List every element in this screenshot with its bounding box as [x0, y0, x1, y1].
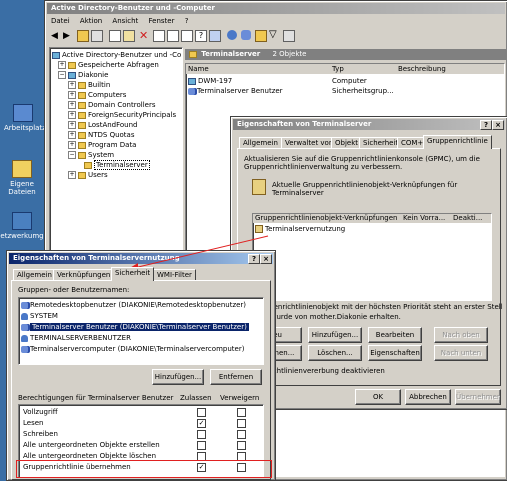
annotation-arrow: [128, 235, 269, 273]
tab-sicherheit[interactable]: Sicherheit: [111, 267, 155, 281]
tab-gruppenrichtlinie[interactable]: Gruppenrichtlinie: [423, 135, 492, 149]
